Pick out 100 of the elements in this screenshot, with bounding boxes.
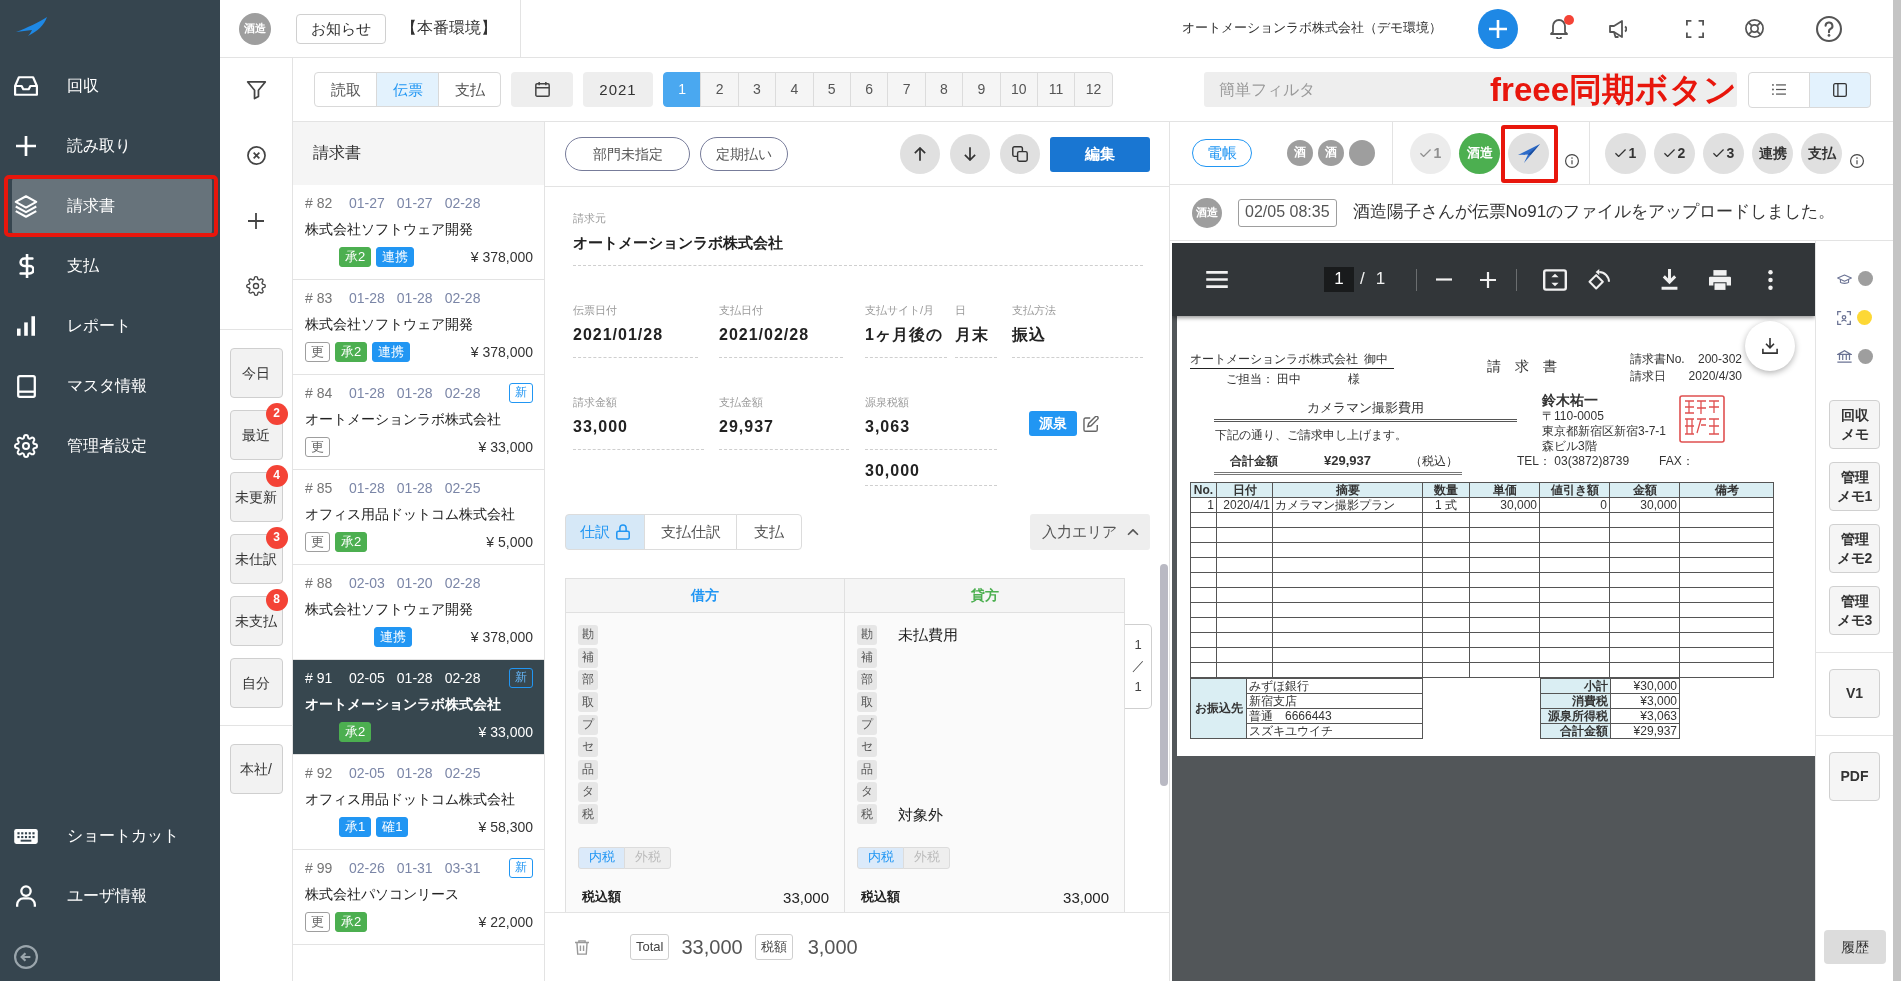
table-cell: 普通 6666443 xyxy=(1246,708,1423,724)
view-toggle[interactable] xyxy=(1748,71,1810,108)
table-cell: スズキユウイチ xyxy=(1246,723,1423,739)
help-icon[interactable] xyxy=(1816,15,1842,42)
field-value: 2021/01/28 xyxy=(573,322,698,358)
check-step-button[interactable]: 1 xyxy=(1605,132,1646,174)
row-header: 小計 xyxy=(1540,678,1611,694)
edit-button[interactable]: 編集 xyxy=(1050,136,1150,172)
month-tab[interactable]: 2 xyxy=(700,72,739,107)
tax-label: 税額 xyxy=(754,934,793,960)
sidebar-item[interactable]: レポート xyxy=(12,298,212,354)
total-value: 33,000 xyxy=(1063,887,1109,908)
date-text: 01-28 xyxy=(396,763,433,783)
logo-icon[interactable] xyxy=(16,17,47,36)
segment-tab[interactable]: 読取 xyxy=(314,72,377,107)
memo-button[interactable]: 管理メモ2 xyxy=(1829,524,1880,573)
edit-icon[interactable] xyxy=(1083,415,1099,432)
month-tab[interactable]: 10 xyxy=(999,72,1038,107)
check-step-button[interactable]: 2 xyxy=(1654,132,1695,174)
month-tab[interactable]: 12 xyxy=(1074,72,1113,107)
memo-button[interactable]: 回収メモ xyxy=(1829,400,1880,449)
sidebar-item[interactable]: 支払 xyxy=(12,238,212,294)
environment-label: 【本番環境】 xyxy=(401,18,497,39)
history-button[interactable]: 履歴 xyxy=(1823,930,1886,964)
list-item[interactable]: # 99 02-26 01-31 03-31 新 株式会社パソコンリース 更 承2 ¥ 22,000 xyxy=(293,850,544,945)
phone-number: TEL： 03(3872)8739 xyxy=(1517,454,1630,469)
month-tab[interactable]: 5 xyxy=(812,72,851,107)
page-number-field[interactable]: 1 xyxy=(1324,267,1354,292)
sidebar-item[interactable]: マスタ情報 xyxy=(12,358,212,414)
megaphone-icon[interactable] xyxy=(1609,19,1627,38)
filter-button[interactable]: 本社/ xyxy=(229,744,283,794)
bell-icon[interactable] xyxy=(1550,18,1568,39)
copy-button[interactable] xyxy=(1000,134,1040,174)
sidebar-item[interactable]: ユーザ情報 xyxy=(12,868,212,924)
x-circle-icon[interactable] xyxy=(246,146,266,165)
journal-tab[interactable]: 支払仕訳 xyxy=(644,514,737,550)
address-line: 東京都新宿区新宿3-7-1 xyxy=(1542,424,1667,439)
month-tab[interactable]: 4 xyxy=(775,72,814,107)
list-item[interactable]: # 83 01-28 01-28 02-28 株式会社ソフトウェア開発 更 承2 連携 ¥ 378,000 xyxy=(293,280,544,375)
move-down-button[interactable] xyxy=(950,134,990,174)
move-up-button[interactable] xyxy=(900,134,940,174)
print-icon[interactable] xyxy=(1709,269,1732,290)
total-label: 税込額 xyxy=(582,889,621,906)
plus-icon xyxy=(16,136,36,156)
table-cell: ¥3,063 xyxy=(1610,708,1680,724)
field-value: 3,063 xyxy=(865,414,997,450)
plus-icon[interactable] xyxy=(248,212,264,229)
list-item[interactable]: # 91 02-05 01-28 02-28 新 オートメーションラボ株式会社 承2 ¥ 33,000 xyxy=(293,660,544,755)
memo-button[interactable]: 管理メモ1 xyxy=(1829,462,1880,511)
list-item[interactable]: # 84 01-28 01-28 02-28 新 オートメーションラボ株式会社 更 ¥ 33,000 xyxy=(293,375,544,470)
month-tab[interactable]: 9 xyxy=(962,72,1001,107)
journal-tab[interactable]: 支払 xyxy=(736,514,802,550)
sidebar-item[interactable]: ショートカット xyxy=(12,808,212,864)
add-icon[interactable] xyxy=(1478,8,1518,49)
tag-button[interactable]: 部門未指定 xyxy=(565,137,690,171)
version-button[interactable]: V1 xyxy=(1829,669,1880,718)
meta-value: 2020/4/30 xyxy=(1688,369,1742,383)
lifebuoy-icon[interactable] xyxy=(1745,19,1764,38)
month-tab[interactable]: 7 xyxy=(887,72,926,107)
kebab-menu-icon[interactable] xyxy=(1768,269,1774,290)
filter-icon[interactable] xyxy=(245,81,267,100)
tag-button[interactable]: 定期払い xyxy=(700,137,788,171)
info-icon[interactable] xyxy=(1850,154,1864,168)
view-toggle[interactable] xyxy=(1809,71,1871,108)
input-area-button[interactable]: 入力エリア xyxy=(1030,514,1150,550)
step-button[interactable]: 支払 xyxy=(1801,132,1842,174)
scrollbar[interactable] xyxy=(1893,0,1901,981)
list-item[interactable]: # 85 01-28 01-28 02-25 オフィス用品ドットコム株式会社 更 承2 ¥ 5,000 xyxy=(293,470,544,565)
settings-icon[interactable] xyxy=(246,275,266,296)
record-number: # 83 xyxy=(305,288,334,308)
sidebar-item[interactable]: 回収 xyxy=(12,58,212,114)
menu-icon[interactable] xyxy=(1206,271,1228,288)
status-tag: 更 xyxy=(305,532,330,552)
count-badge: 8 xyxy=(265,589,288,611)
date-text: 01-28 xyxy=(349,288,385,308)
filter-button[interactable]: 今日 xyxy=(229,348,283,398)
fit-page-icon[interactable] xyxy=(1543,268,1568,291)
sidebar-item[interactable]: 管理者設定 xyxy=(12,418,212,474)
field-key: 部 xyxy=(857,669,877,690)
minus-icon[interactable] xyxy=(1436,278,1453,281)
month-tab[interactable]: 11 xyxy=(1036,72,1076,107)
rotate-icon[interactable] xyxy=(1588,269,1611,290)
notice-button[interactable]: お知らせ xyxy=(296,13,386,44)
pdf-button[interactable]: PDF xyxy=(1829,752,1880,801)
step-button[interactable]: 連携 xyxy=(1752,132,1793,174)
calendar-button[interactable] xyxy=(511,72,573,107)
amount-text: ¥ 22,000 xyxy=(478,912,533,932)
filter-button[interactable]: 自分 xyxy=(229,658,283,708)
fullscreen-icon[interactable] xyxy=(1686,19,1704,38)
check-step-button[interactable]: 3 xyxy=(1703,132,1744,174)
download-icon[interactable] xyxy=(1661,269,1679,290)
trash-icon[interactable] xyxy=(575,939,589,955)
sidebar-item[interactable]: 読み取り xyxy=(12,118,212,174)
memo-button[interactable]: 管理メモ3 xyxy=(1829,586,1880,635)
list-item[interactable]: # 82 01-27 01-27 02-28 株式会社ソフトウェア開発 承2 連携 ¥ 378,000 xyxy=(293,185,544,280)
year-button[interactable]: 2021 xyxy=(583,72,653,107)
segment-tab[interactable]: 支払 xyxy=(438,72,501,107)
info-icon[interactable] xyxy=(1565,154,1579,168)
scrollbar-thumb[interactable] xyxy=(1160,564,1168,786)
list-item[interactable]: # 92 02-05 01-28 02-25 オフィス用品ドットコム株式会社 承1 確1 ¥ 58,300 xyxy=(293,755,544,850)
